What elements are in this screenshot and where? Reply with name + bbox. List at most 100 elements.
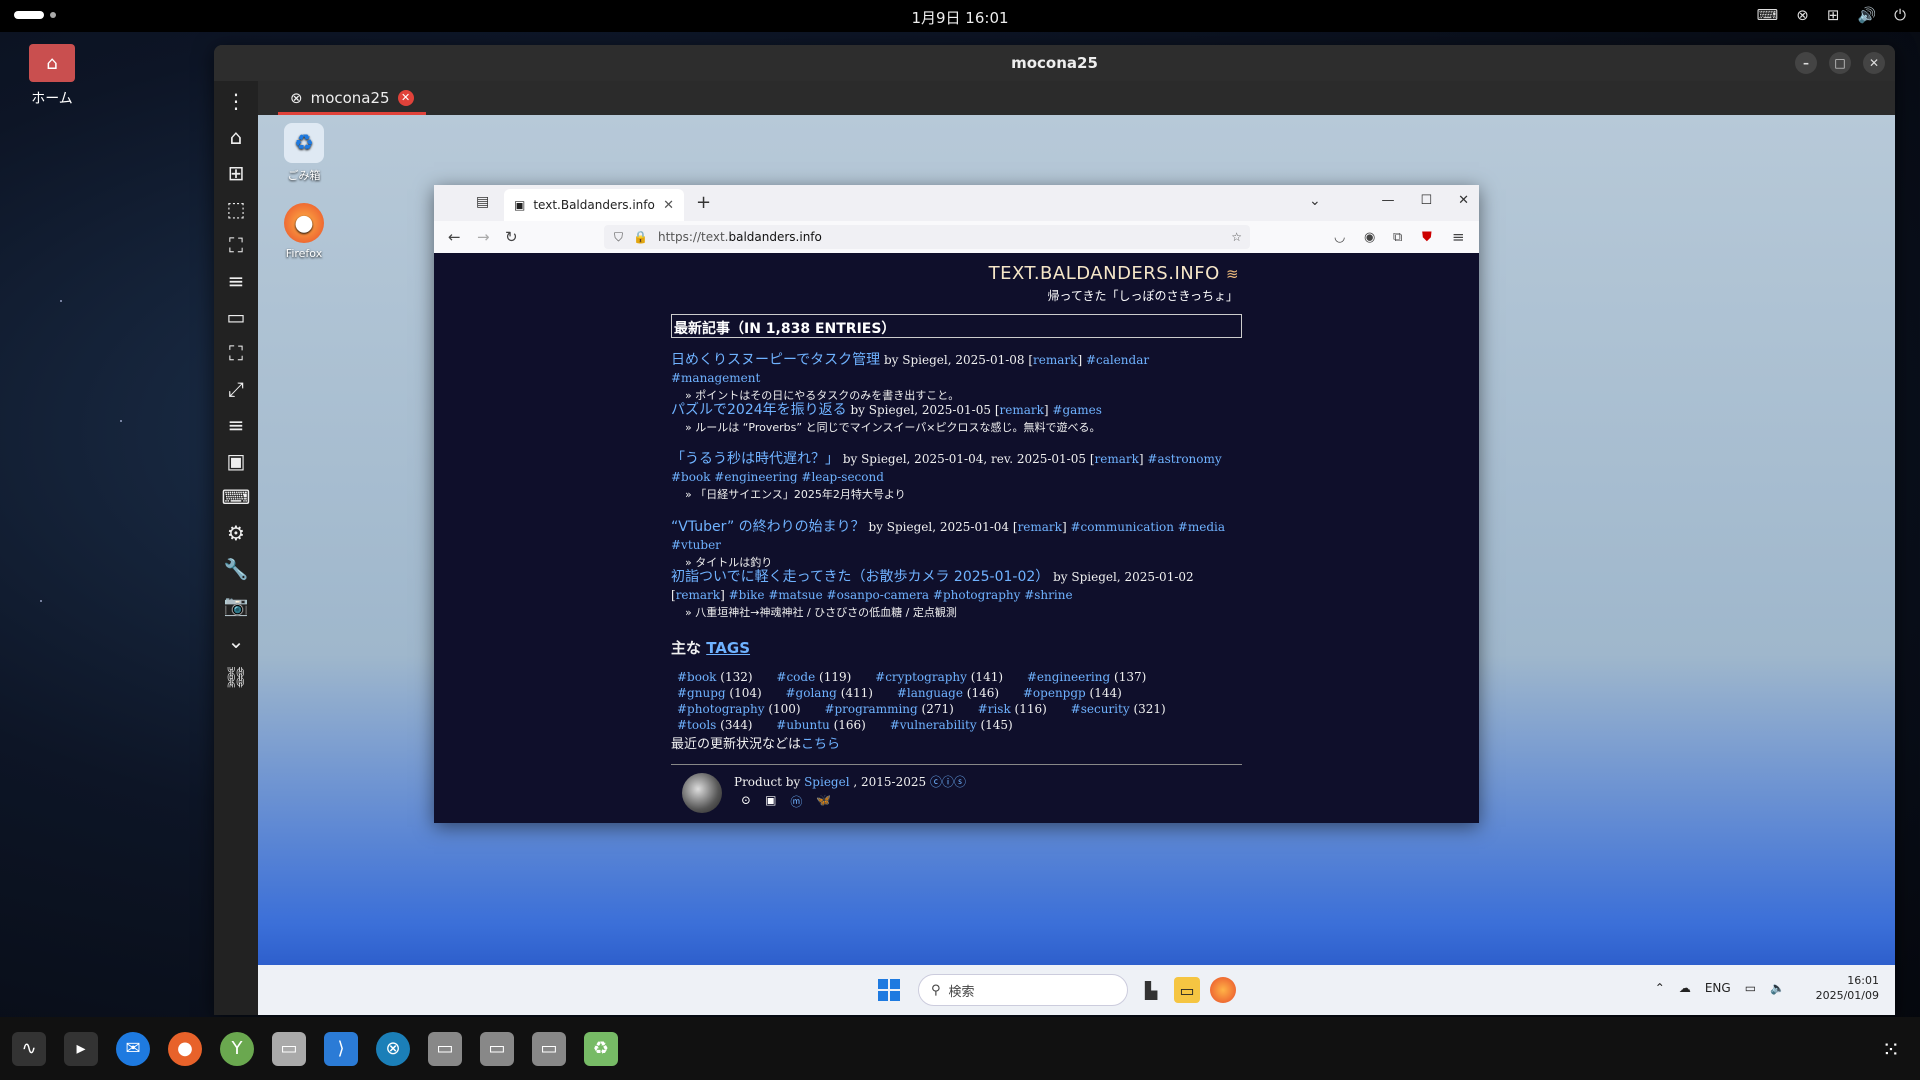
remark-link[interactable]: remark (1033, 353, 1077, 367)
display-icon[interactable]: ▣ (221, 449, 251, 473)
network-icon[interactable]: ⊞ (1827, 6, 1840, 24)
remote-window-titlebar[interactable]: mocona25 – □ ✕ (214, 45, 1895, 81)
tag-link[interactable]: #vulnerability (890, 718, 977, 732)
close-tab-icon[interactable]: ✕ (397, 89, 414, 106)
entry-title-link[interactable]: 「うるう秒は時代遅れ？」 (671, 451, 839, 467)
extensions-icon[interactable]: ⧉ (1393, 230, 1402, 245)
tag-link[interactable]: #risk (978, 702, 1011, 716)
tab-mocona25[interactable]: ⊗ mocona25 ✕ (278, 83, 426, 115)
chevron-down-icon[interactable]: ⌄ (221, 629, 251, 653)
home-icon[interactable]: ⌂ (221, 125, 251, 149)
volume-icon[interactable]: 🔊 (1857, 6, 1876, 24)
entry-title-link[interactable]: パズルで2024年を振り返る (671, 402, 847, 418)
firefox-desktop-icon[interactable]: ● Firefox (274, 203, 334, 260)
folder-icon[interactable]: ▭ (428, 1031, 462, 1066)
trash-icon[interactable]: ♻ (584, 1031, 618, 1066)
author-link[interactable]: Spiegel (804, 775, 849, 789)
folder-icon[interactable]: ▭ (532, 1031, 566, 1066)
remmina-icon[interactable]: ⊗ (376, 1031, 410, 1066)
minimize-button[interactable]: – (1795, 52, 1817, 74)
start-button[interactable] (878, 979, 900, 1001)
recycle-bin-icon[interactable]: ♻ ごみ箱 (274, 123, 334, 183)
add-window-icon[interactable]: ⊞ (221, 161, 251, 185)
terminal-icon[interactable]: ▸ (64, 1031, 98, 1066)
taskbar-search[interactable]: ⚲ 検索 (918, 974, 1128, 1006)
camera-icon[interactable]: 📷 (221, 593, 251, 617)
tag-link[interactable]: #cryptography (875, 670, 967, 684)
vscode-icon[interactable]: ⟩ (324, 1031, 358, 1066)
keyboard-icon[interactable]: ⌨ (1757, 6, 1779, 24)
shield-icon[interactable]: ⛉ (614, 230, 623, 245)
app-grid-icon[interactable]: ⁙ (1876, 1035, 1906, 1065)
win-clock[interactable]: 16:01 2025/01/09 (1816, 973, 1879, 1003)
chat-icon[interactable]: ▣ (765, 793, 776, 810)
tag-link[interactable]: #book (677, 670, 716, 684)
firefox-taskbar-icon[interactable] (1210, 977, 1236, 1003)
screen-icon[interactable]: ▭ (221, 305, 251, 329)
remark-link[interactable]: remark (676, 588, 720, 602)
tag-link[interactable]: #ubuntu (776, 718, 829, 732)
url-bar[interactable]: ⛉ 🔒 https://text.baldanders.info ☆ (604, 225, 1250, 249)
system-tray[interactable]: ⌨ ⊗ ⊞ 🔊 ⏻ (1757, 6, 1906, 24)
file-explorer-icon[interactable]: ▭ (1174, 977, 1200, 1003)
files-icon[interactable]: ▭ (272, 1031, 306, 1066)
tag-link[interactable]: #programming (824, 702, 917, 716)
more-vert-icon[interactable]: ⋮ (221, 89, 251, 113)
lang-indicator[interactable]: ENG (1705, 981, 1731, 995)
rss-icon[interactable]: ≋ (1226, 265, 1242, 283)
entry-title-link[interactable]: “VTuber” の終わりの始まり？ (671, 519, 865, 535)
scale-icon[interactable]: ⛶ (221, 341, 251, 365)
remmina-icon[interactable]: ⊗ (1796, 6, 1809, 24)
license-icons[interactable]: ⓒⓘⓢ (930, 775, 966, 789)
desktop-home-icon[interactable]: ⌂ ホーム (22, 44, 82, 108)
tag-link[interactable]: #language (897, 686, 963, 700)
entry-title-link[interactable]: 初詣ついでに軽く走ってきた（お散歩カメラ 2025-01-02） (671, 569, 1049, 585)
power-icon[interactable]: ⏻ (1894, 6, 1906, 24)
tools-icon[interactable]: 🔧 (221, 557, 251, 581)
reload-icon[interactable]: ↻ (505, 228, 518, 246)
cloud-icon[interactable]: ☁ (1679, 981, 1691, 995)
site-title[interactable]: TEXT.BALDANDERS.INFO ≋ (989, 263, 1242, 284)
tag-link[interactable]: #gnupg (677, 686, 726, 700)
recent-link[interactable]: こちら (801, 737, 840, 752)
close-tab-icon[interactable]: ✕ (663, 198, 674, 213)
list-tabs-icon[interactable]: ⌄ (1309, 193, 1321, 209)
ff-close-button[interactable]: ✕ (1458, 193, 1469, 208)
firefox-icon[interactable]: ● (168, 1031, 202, 1066)
authenticator-icon[interactable]: Y (220, 1031, 254, 1066)
maximize-button[interactable]: □ (1829, 52, 1851, 74)
network-icon[interactable]: ▭ (1745, 981, 1756, 995)
tag-link[interactable]: #golang (786, 686, 837, 700)
bluesky-icon[interactable]: 🦋 (816, 793, 831, 810)
settings-icon[interactable]: ⚙ (221, 521, 251, 545)
folder-icon[interactable]: ▭ (480, 1031, 514, 1066)
remark-link[interactable]: remark (1018, 520, 1062, 534)
ff-maximize-button[interactable]: ☐ (1420, 193, 1432, 208)
fullscreen-icon[interactable]: ⛶ (221, 233, 251, 257)
tab-overview-icon[interactable]: ▤ (476, 194, 489, 210)
tag-link[interactable]: #openpgp (1023, 686, 1086, 700)
tag-link[interactable]: #security (1071, 702, 1130, 716)
menu2-icon[interactable]: ≡ (221, 413, 251, 437)
mastodon-icon[interactable]: ⓜ (790, 793, 802, 810)
lock-icon[interactable]: 🔒 (633, 230, 648, 244)
tag-link[interactable]: #photography (677, 702, 765, 716)
fit-icon[interactable]: ⬚ (221, 197, 251, 221)
top-clock[interactable]: 1月9日 16:01 (0, 7, 1920, 28)
pocket-icon[interactable]: ◡ (1334, 230, 1345, 245)
volume-icon[interactable]: 🔈 (1770, 981, 1785, 995)
tag-link[interactable]: #engineering (1027, 670, 1110, 684)
keyboard-icon[interactable]: ⌨ (221, 485, 251, 509)
system-monitor-icon[interactable]: ∿ (12, 1031, 46, 1066)
entry-tags[interactable]: #games (1052, 403, 1102, 417)
ublock-icon[interactable]: ⛊ (1422, 230, 1432, 245)
task-view-icon[interactable]: ▙ (1138, 977, 1164, 1003)
github-icon[interactable]: ⊙ (741, 793, 751, 810)
bookmark-star-icon[interactable]: ☆ (1231, 230, 1242, 244)
entry-tags[interactable]: #bike #matsue #osanpo-camera #photograph… (729, 588, 1073, 602)
account-icon[interactable]: ◉ (1364, 230, 1375, 245)
thunderbird-icon[interactable]: ✉ (116, 1031, 150, 1066)
site-title-text[interactable]: TEXT.BALDANDERS.INFO (989, 263, 1220, 284)
ff-minimize-button[interactable]: — (1381, 193, 1394, 208)
tags-heading-link[interactable]: TAGS (706, 639, 750, 657)
